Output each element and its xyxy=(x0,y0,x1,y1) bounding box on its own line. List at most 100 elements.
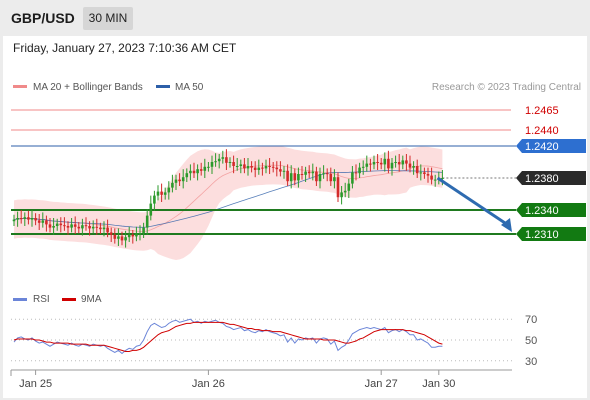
candle-body xyxy=(81,225,84,229)
candle-body xyxy=(246,166,250,169)
candle-body xyxy=(322,173,325,175)
candle-body xyxy=(221,157,225,159)
candle-body xyxy=(41,220,45,223)
candle-body xyxy=(340,192,343,198)
candle-body xyxy=(207,166,210,168)
candle-body xyxy=(264,166,268,169)
candle-body xyxy=(181,177,185,182)
candle-body xyxy=(253,167,257,170)
candle-body xyxy=(149,203,153,216)
candle-body xyxy=(347,183,351,191)
candle-body xyxy=(365,163,369,167)
candle-body xyxy=(225,157,228,163)
candle-body xyxy=(408,163,412,168)
bollinger-fill xyxy=(14,145,443,261)
candle-body xyxy=(401,160,405,165)
level-label-1.2420: 1.2420 xyxy=(525,141,559,153)
candle-body xyxy=(16,218,19,220)
candle-body xyxy=(124,237,127,241)
candle-body xyxy=(333,177,336,182)
x-tick-label: Jan 25 xyxy=(19,378,52,390)
candle-body xyxy=(163,192,167,195)
candle-body xyxy=(160,191,163,195)
candle-body xyxy=(297,174,300,181)
candle-body xyxy=(394,162,397,163)
candle-body xyxy=(379,162,383,165)
candle-body xyxy=(430,175,433,180)
candle-body xyxy=(120,236,124,241)
candle-body xyxy=(279,169,282,172)
candle-body xyxy=(293,173,297,181)
candle-body xyxy=(300,174,304,175)
candle-body xyxy=(329,174,333,182)
candle-body xyxy=(127,234,131,238)
candle-body xyxy=(315,171,318,182)
candle-body xyxy=(372,162,376,165)
candle-body xyxy=(59,223,63,226)
candle-body xyxy=(55,223,59,226)
candle-body xyxy=(113,234,117,239)
candle-body xyxy=(412,166,415,168)
candle-body xyxy=(214,161,217,163)
candle-body xyxy=(343,190,347,193)
candle-body xyxy=(138,233,142,235)
candle-body xyxy=(145,215,149,228)
candle-body xyxy=(34,218,37,221)
candle-body xyxy=(30,218,34,220)
candle-body xyxy=(307,171,311,174)
rsi-tick-70: 70 xyxy=(525,314,537,326)
candle-body xyxy=(275,167,279,170)
candle-body xyxy=(203,166,207,171)
legend-9ma-label: 9MA xyxy=(81,294,102,305)
candle-body xyxy=(199,169,203,171)
candle-body xyxy=(84,225,88,227)
x-axis: Jan 25 Jan 26 Jan 27 Jan 30 xyxy=(10,369,512,390)
candle-body xyxy=(48,224,52,228)
candle-body xyxy=(117,236,120,239)
candle-body xyxy=(23,217,27,219)
candle-body xyxy=(66,226,70,228)
candle-body xyxy=(361,166,365,168)
legend-ma50-swatch xyxy=(156,85,170,88)
forecast-arrow-shaft xyxy=(436,176,509,227)
rsi-tick-50: 50 xyxy=(525,335,537,347)
candle-body xyxy=(257,167,261,170)
candle-body xyxy=(239,164,243,166)
candle-body xyxy=(354,172,358,174)
candle-body xyxy=(156,191,160,196)
candle-body xyxy=(390,162,394,169)
watermark: Research © 2023 Trading Central xyxy=(432,82,581,93)
level-label-1.2340: 1.2340 xyxy=(525,205,559,217)
candle-body xyxy=(95,226,99,228)
candle-body xyxy=(106,227,109,233)
candle-body xyxy=(27,217,30,220)
x-tick-label: Jan 26 xyxy=(192,378,225,390)
candle-body xyxy=(189,170,192,174)
candle-body xyxy=(45,220,48,225)
rsi-panel: 70 50 30 xyxy=(11,314,537,368)
candle-body xyxy=(243,164,246,169)
level-label-1.2440: 1.2440 xyxy=(525,125,559,137)
candle-body xyxy=(142,227,145,234)
candle-body xyxy=(73,224,77,227)
candle-body xyxy=(369,163,372,165)
level-label-1.2310: 1.2310 xyxy=(525,229,559,241)
candle-body xyxy=(210,162,214,167)
candle-body xyxy=(52,226,55,228)
forecast-arrow xyxy=(436,176,512,232)
candle-body xyxy=(19,218,23,219)
candle-body xyxy=(423,172,426,174)
candle-body xyxy=(235,166,239,167)
candle-body xyxy=(232,162,235,166)
candle-body xyxy=(318,174,322,182)
candle-body xyxy=(196,169,199,174)
legend-bollinger-label: MA 20 + Bollinger Bands xyxy=(33,82,143,93)
candle-body xyxy=(271,166,275,168)
candle-body xyxy=(419,172,423,174)
candle-body xyxy=(88,226,91,229)
candle-body xyxy=(228,162,232,163)
candle-body xyxy=(99,227,102,230)
candle-body xyxy=(426,174,430,176)
candle-body xyxy=(217,158,221,162)
legend-bollinger-swatch xyxy=(13,85,27,88)
